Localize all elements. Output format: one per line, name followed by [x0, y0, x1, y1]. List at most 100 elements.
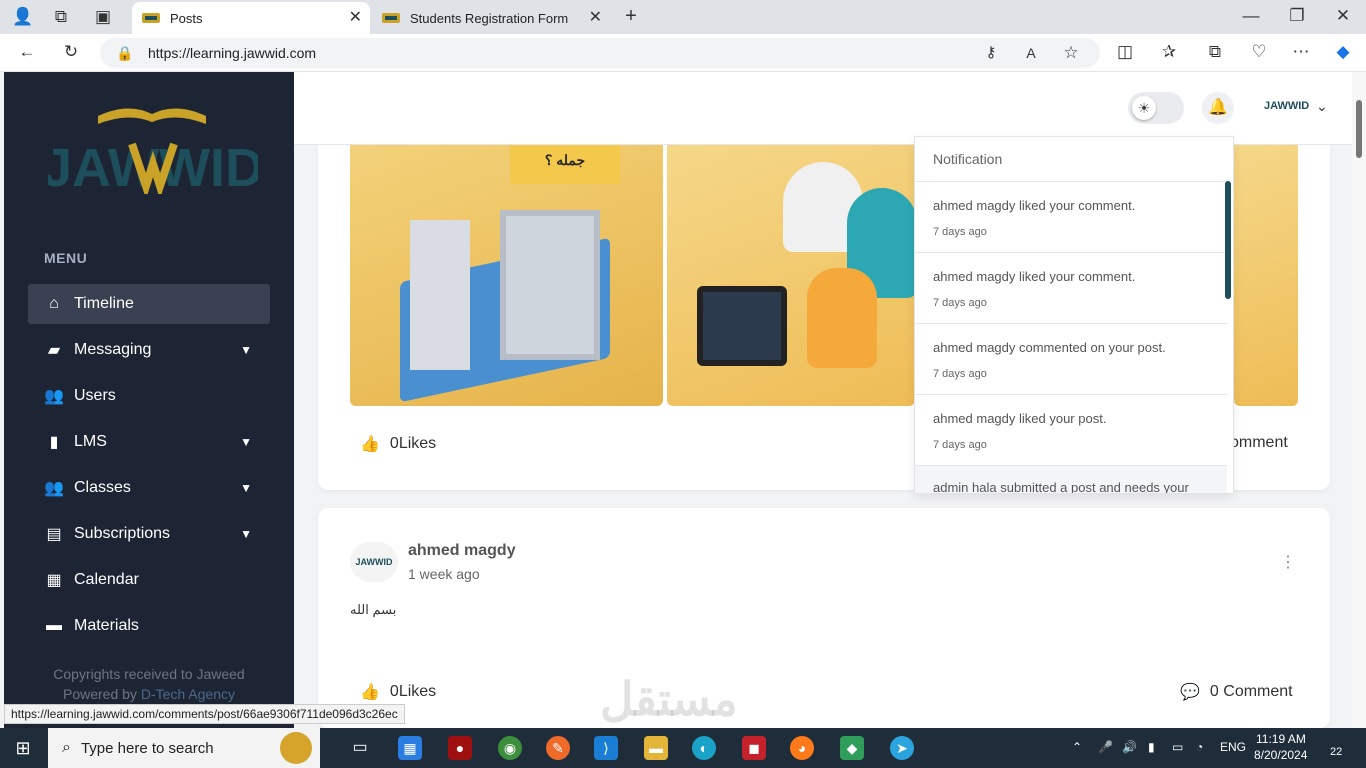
app-red-icon[interactable]: ● — [448, 736, 472, 760]
chat-icon: ▰ — [47, 342, 61, 359]
post-image-library[interactable]: جمله ؟ — [350, 140, 663, 406]
notification-item[interactable]: ahmed magdy liked your comment. 7 days a… — [915, 181, 1227, 252]
windows-taskbar: ⊞ ⌕ Type here to search ▭ ▦ ● ◉ ✎ ⟩ ▬ ◐ … — [0, 728, 1366, 768]
tab-actions-icon[interactable]: ▣ — [92, 7, 114, 27]
notification-center-badge[interactable]: 22 — [1330, 746, 1342, 758]
back-icon[interactable]: ← — [16, 42, 38, 62]
likes-button[interactable]: 👍 0Likes — [360, 682, 436, 702]
document-icon: ▤ — [46, 526, 62, 543]
workspaces-icon[interactable]: ⧉ — [50, 7, 72, 27]
new-tab-icon[interactable]: + — [620, 6, 642, 26]
volume-icon[interactable]: 🔊 — [1122, 740, 1137, 754]
post-image-partial[interactable] — [1234, 140, 1298, 406]
notification-bell-icon[interactable]: 🔔 — [1202, 92, 1234, 124]
sidebar-item-label: Classes — [74, 479, 131, 496]
users-icon: 👥 — [44, 388, 64, 405]
tab-label: Posts — [170, 10, 203, 26]
post-options-icon[interactable]: ⋮ — [1280, 552, 1296, 572]
notification-item[interactable]: ahmed magdy commented on your post. 7 da… — [915, 323, 1227, 394]
post-image-family[interactable] — [667, 140, 915, 406]
sidebar-item-timeline[interactable]: ⌂ Timeline — [28, 284, 270, 324]
microphone-icon[interactable]: 🎤 — [1098, 740, 1113, 754]
wifi-icon[interactable]: ◔ — [1196, 740, 1203, 754]
status-url-bar: https://learning.jawwid.com/comments/pos… — [4, 704, 405, 724]
favorites-icon[interactable]: ✰ — [1158, 42, 1180, 62]
dtech-agency-link[interactable]: D-Tech Agency — [141, 686, 235, 702]
jawwid-favicon-icon — [382, 13, 400, 23]
favorite-star-icon[interactable]: ☆ — [1060, 43, 1082, 63]
firefox-icon[interactable]: ◕ — [790, 736, 814, 760]
close-tab-icon[interactable]: ✕ — [349, 10, 362, 26]
battery-icon[interactable]: ▮ — [1148, 740, 1155, 754]
user-avatar[interactable]: JAWWID — [1264, 100, 1309, 112]
key-icon[interactable]: ⚷ — [980, 43, 1002, 63]
windows-start-icon[interactable]: ⊞ — [12, 738, 34, 758]
notification-dropdown: Notification ahmed magdy liked your comm… — [914, 136, 1234, 494]
microsoft-store-icon[interactable]: ▦ — [398, 736, 422, 760]
top-header: ☀ 🔔 JAWWID ⌄ — [294, 72, 1352, 145]
likes-button[interactable]: 👍 0Likes — [360, 434, 436, 454]
sidebar-item-calendar[interactable]: ▦ Calendar — [28, 560, 270, 600]
close-tab-icon[interactable]: ✕ — [589, 10, 602, 26]
task-view-icon[interactable]: ▭ — [348, 736, 372, 760]
display-icon[interactable]: ▭ — [1172, 740, 1183, 754]
recorder-icon[interactable]: ◼ — [742, 736, 766, 760]
comment-button[interactable]: omment — [1230, 434, 1288, 452]
comment-label: omment — [1230, 434, 1288, 451]
profile-icon[interactable]: 👤 — [12, 7, 34, 27]
notification-scrollbar[interactable] — [1225, 181, 1231, 299]
sidebar-item-materials[interactable]: ▬ Materials — [28, 606, 270, 646]
more-options-icon[interactable]: ⋯ — [1290, 42, 1312, 62]
sidebar-item-users[interactable]: 👥 Users — [28, 376, 270, 416]
jawwid-favicon-icon — [142, 13, 160, 23]
clock-date[interactable]: 8/20/2024 — [1254, 748, 1307, 762]
edge-icon[interactable]: ◐ — [692, 736, 716, 760]
read-aloud-icon[interactable]: A — [1020, 43, 1042, 63]
language-indicator[interactable]: ENG — [1220, 740, 1246, 754]
page-scrollbar[interactable] — [1352, 72, 1366, 728]
browser-essentials-icon[interactable]: ♡ — [1248, 42, 1270, 62]
author-avatar[interactable]: JAWWID — [350, 542, 398, 582]
notification-item[interactable]: admin hala submitted a post and needs yo… — [915, 465, 1227, 493]
book-icon: ▮ — [49, 434, 59, 451]
sun-icon: ☀ — [1132, 96, 1156, 120]
copilot-icon[interactable]: ◆ — [1332, 42, 1354, 62]
sidebar-item-lms[interactable]: ▮ LMS ▼ — [28, 422, 270, 462]
refresh-icon[interactable]: ↻ — [60, 42, 82, 62]
taskbar-search-input[interactable]: ⌕ Type here to search — [48, 728, 320, 768]
folder-icon: ▬ — [46, 617, 62, 634]
vscode-icon[interactable]: ⟩ — [594, 736, 618, 760]
sidebar-item-messaging[interactable]: ▰ Messaging ▼ — [28, 330, 270, 370]
file-explorer-icon[interactable]: ▬ — [644, 736, 668, 760]
app-orange-icon[interactable]: ✎ — [546, 736, 570, 760]
collections-icon[interactable]: ⧉ — [1204, 42, 1226, 62]
close-window-icon[interactable]: ✕ — [1332, 6, 1354, 26]
lock-icon[interactable]: 🔒 — [114, 43, 136, 63]
sidebar-item-classes[interactable]: 👥 Classes ▼ — [28, 468, 270, 508]
tab-posts[interactable]: Posts ✕ — [132, 2, 370, 34]
telegram-icon[interactable]: ➤ — [890, 736, 914, 760]
tray-chevron-up-icon[interactable]: ⌃ — [1072, 740, 1082, 754]
copyright-text: Copyrights received to Jaweed — [53, 666, 245, 682]
sidebar-item-label: Calendar — [74, 571, 139, 588]
restore-icon[interactable]: ❐ — [1286, 6, 1308, 26]
url-input[interactable]: 🔒 https://learning.jawwid.com ⚷ A ☆ — [100, 38, 1100, 68]
sidebar-item-subscriptions[interactable]: ▤ Subscriptions ▼ — [28, 514, 270, 554]
theme-toggle[interactable]: ☀ — [1128, 92, 1184, 124]
comment-button[interactable]: 💬 0 Comment — [1180, 682, 1293, 702]
chevron-down-icon[interactable]: ⌄ — [1316, 98, 1328, 115]
notification-item[interactable]: ahmed magdy liked your comment. 7 days a… — [915, 252, 1227, 323]
post-body: بسم الله — [350, 602, 397, 617]
minimize-icon[interactable]: — — [1240, 6, 1262, 26]
clock-time[interactable]: 11:19 AM — [1256, 732, 1306, 746]
tab-students-registration[interactable]: Students Registration Form ✕ — [372, 2, 610, 34]
post-author[interactable]: ahmed magdy — [408, 542, 516, 560]
notification-item[interactable]: ahmed magdy liked your post. 7 days ago — [915, 394, 1227, 465]
search-highlight-icon[interactable] — [280, 732, 312, 764]
powered-by-label: Powered by — [63, 686, 137, 702]
chrome-icon[interactable]: ◉ — [498, 736, 522, 760]
jawwid-logo: JAWWID — [48, 108, 258, 194]
scrollbar-thumb[interactable] — [1356, 100, 1362, 158]
split-screen-icon[interactable]: ◫ — [1114, 42, 1136, 62]
app-git-icon[interactable]: ◆ — [840, 736, 864, 760]
